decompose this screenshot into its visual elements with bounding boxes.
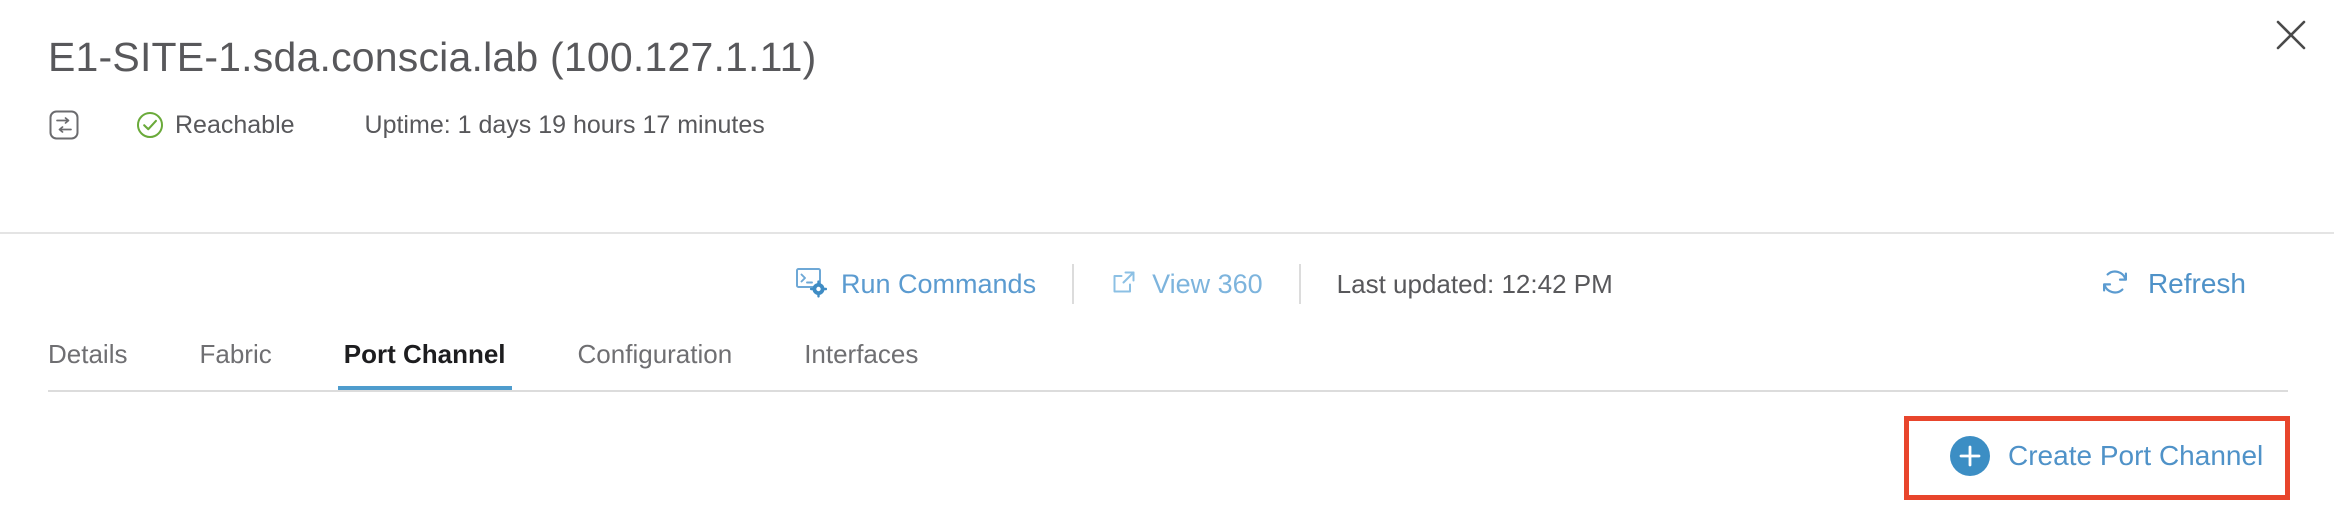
network-device-icon: [48, 109, 80, 141]
last-updated-text: Last updated: 12:42 PM: [1336, 268, 1613, 299]
run-commands-button[interactable]: Run Commands: [795, 266, 1036, 303]
uptime-text: Uptime: 1 days 19 hours 17 minutes: [364, 110, 765, 139]
action-divider-1: [1072, 264, 1075, 304]
tab-content-port-channel: Create Port Channel: [0, 392, 2334, 524]
tab-fabric[interactable]: Fabric: [199, 339, 271, 392]
reachability-status: Reachable: [136, 111, 295, 140]
panel-header: E1-SITE-1.sda.conscia.lab (100.127.1.11)…: [0, 0, 2334, 143]
status-badge: Reachable: [175, 110, 295, 139]
refresh-button[interactable]: Refresh: [2098, 265, 2246, 304]
view-360-button[interactable]: View 360: [1110, 268, 1263, 301]
device-detail-panel: E1-SITE-1.sda.conscia.lab (100.127.1.11)…: [0, 0, 2334, 524]
page-title: E1-SITE-1.sda.conscia.lab (100.127.1.11): [48, 34, 817, 80]
action-bar: Run Commands View 360 Last updated: 12:4…: [0, 258, 2334, 310]
plus-circle-icon: [1950, 436, 1990, 476]
tab-port-channel[interactable]: Port Channel: [337, 339, 512, 392]
create-port-channel-label: Create Port Channel: [2008, 440, 2264, 471]
header-divider: [0, 232, 2334, 234]
refresh-label: Refresh: [2147, 268, 2246, 299]
view-360-label: View 360: [1152, 268, 1263, 299]
tab-interfaces[interactable]: Interfaces: [804, 339, 918, 392]
action-divider-2: [1298, 264, 1301, 304]
refresh-icon: [2098, 265, 2132, 304]
run-commands-label: Run Commands: [841, 268, 1037, 299]
terminal-gear-icon: [795, 266, 828, 303]
device-status-row: Reachable Uptime: 1 days 19 hours 17 min…: [48, 107, 2334, 143]
close-icon[interactable]: [2270, 14, 2312, 56]
check-circle-icon: [136, 111, 164, 139]
tab-configuration[interactable]: Configuration: [578, 339, 733, 392]
action-bar-center: Run Commands View 360 Last updated: 12:4…: [795, 258, 1613, 310]
external-link-icon: [1110, 268, 1138, 301]
tab-details[interactable]: Details: [48, 339, 127, 392]
tab-bar: Details Fabric Port Channel Configuratio…: [48, 330, 2288, 392]
create-port-channel-button[interactable]: Create Port Channel: [1950, 436, 2263, 476]
